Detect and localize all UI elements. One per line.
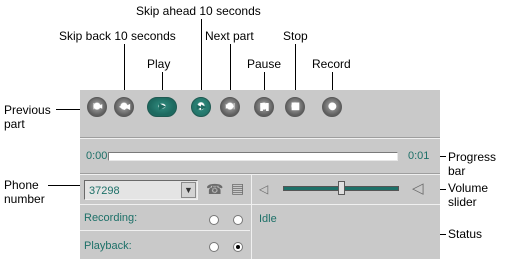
record-icon: ● — [328, 101, 337, 112]
skip-ahead-button[interactable]: ▶▶ — [191, 97, 211, 117]
volume-slider-thumb[interactable] — [338, 181, 345, 195]
phone-number-combobox[interactable]: 37298 ▼ — [84, 180, 198, 200]
telephone-icon[interactable]: ☎ — [206, 183, 223, 197]
progress-bar[interactable] — [108, 152, 398, 161]
divider-vertical — [251, 175, 252, 259]
callout-phone-number-line2: number — [4, 192, 45, 206]
callout-record: Record — [312, 57, 351, 71]
callout-volume-slider-line1: Volume — [448, 181, 489, 195]
callout-status: Status — [448, 227, 483, 241]
speaker-low-icon: ◁ — [259, 182, 269, 196]
callout-pause: Pause — [247, 57, 282, 71]
skip-back-button[interactable]: ◀◀ — [114, 97, 134, 117]
divider-controls-light — [80, 138, 440, 139]
playback-label: Playback: — [84, 240, 132, 252]
pause-icon: ❚❚ — [258, 102, 270, 111]
elapsed-time: 0:00 — [86, 150, 108, 162]
divider-phone-row — [80, 204, 440, 205]
callout-play: Play — [147, 57, 171, 71]
playback-radio-1[interactable] — [209, 242, 219, 252]
callout-phone-number: Phone number — [4, 178, 45, 206]
fast-forward-icon: ▶▶ — [196, 103, 207, 111]
chevron-down-icon[interactable]: ▼ — [181, 182, 196, 198]
callout-progress-bar: Progress bar — [448, 150, 496, 178]
callout-progress-bar-line1: Progress — [448, 150, 497, 164]
recording-radio-1[interactable] — [209, 215, 219, 225]
callout-previous-part-line2: part — [4, 117, 25, 131]
total-time: 0:01 — [408, 150, 430, 162]
skip-to-start-icon: |◀◀ — [92, 103, 102, 110]
phone-number-value: 37298 — [89, 185, 120, 197]
callout-previous-part: Previous part — [4, 103, 51, 131]
status-text: Idle — [259, 213, 277, 225]
record-button[interactable]: ● — [322, 97, 342, 117]
skip-to-end-icon: ▶▶| — [225, 103, 235, 110]
leader-phone-number — [48, 185, 84, 186]
callout-next-part: Next part — [205, 29, 254, 43]
play-button[interactable]: ▶ — [147, 97, 177, 117]
callout-skip-back: Skip back 10 seconds — [59, 29, 176, 43]
play-icon: ▶ — [159, 102, 166, 112]
callout-skip-ahead: Skip ahead 10 seconds — [136, 4, 261, 18]
divider-progress-light — [80, 174, 440, 175]
callout-progress-bar-line2: bar — [448, 164, 466, 178]
previous-part-button[interactable]: |◀◀ — [87, 97, 107, 117]
recording-label: Recording: — [84, 212, 138, 224]
callout-previous-part-line1: Previous — [4, 103, 51, 117]
recording-radio-2[interactable] — [233, 215, 243, 225]
playback-radio-2[interactable] — [233, 242, 243, 252]
callout-phone-number-line1: Phone — [4, 178, 39, 192]
leader-skip-ahead — [201, 19, 202, 98]
recorder-panel: |◀◀ ◀◀ ▶ ▶▶ ▶▶| ❚❚ ■ ● 0:00 0:01 37298 ▼… — [80, 90, 440, 259]
pause-button[interactable]: ❚❚ — [254, 97, 274, 117]
callout-volume-slider: Volume slider — [448, 181, 488, 209]
stop-button[interactable]: ■ — [285, 97, 305, 117]
callout-volume-slider-line2: slider — [448, 195, 477, 209]
monitor-icon[interactable]: ▤ — [231, 182, 244, 196]
stop-icon: ■ — [290, 101, 301, 112]
speaker-high-icon: ◁ — [412, 179, 424, 197]
divider-recording-row — [80, 230, 250, 231]
callout-stop: Stop — [283, 29, 308, 43]
next-part-button[interactable]: ▶▶| — [220, 97, 240, 117]
rewind-icon: ◀◀ — [118, 102, 130, 111]
